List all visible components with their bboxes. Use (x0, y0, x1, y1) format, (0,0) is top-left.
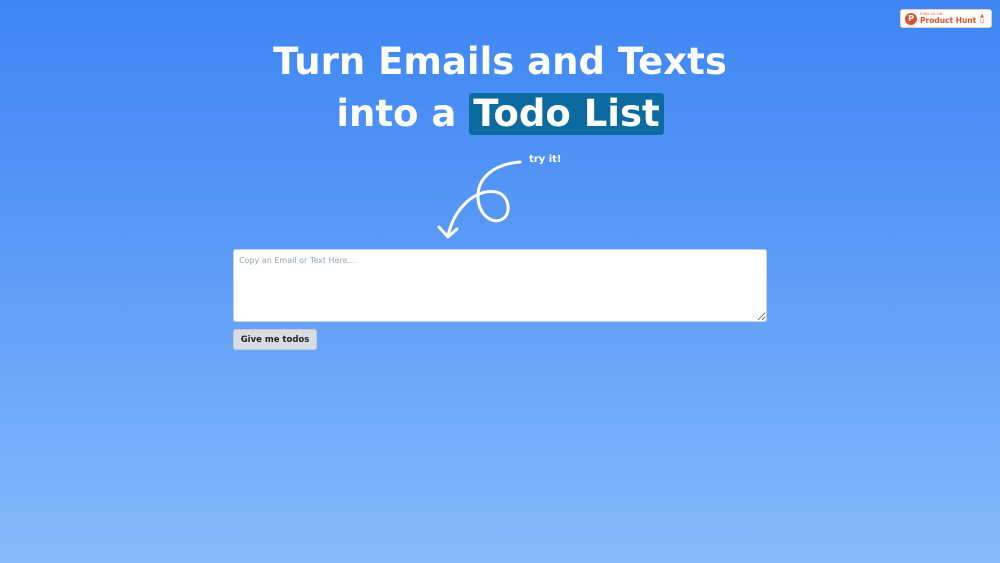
curly-arrow-icon (437, 160, 522, 239)
page-title: Turn Emails and Texts into a Todo List (0, 36, 1000, 140)
give-me-todos-button[interactable]: Give me todos (233, 329, 317, 350)
product-hunt-name: Product Hunt (920, 16, 977, 25)
product-hunt-badge[interactable]: P FIND US ON Product Hunt ▲ 12 (900, 9, 992, 28)
try-it-label: try it! (529, 154, 562, 165)
product-hunt-logo-icon: P (905, 12, 917, 25)
product-hunt-text: FIND US ON Product Hunt (920, 12, 977, 25)
title-line-2-prefix: into a (336, 92, 457, 135)
title-highlight: Todo List (469, 93, 664, 135)
email-text-input[interactable] (233, 249, 767, 322)
upvote-arrow-icon: ▲ (980, 12, 984, 19)
product-hunt-votes: ▲ 12 (977, 12, 987, 24)
upvote-count: 12 (979, 18, 985, 24)
title-line-1: Turn Emails and Texts (273, 40, 727, 83)
